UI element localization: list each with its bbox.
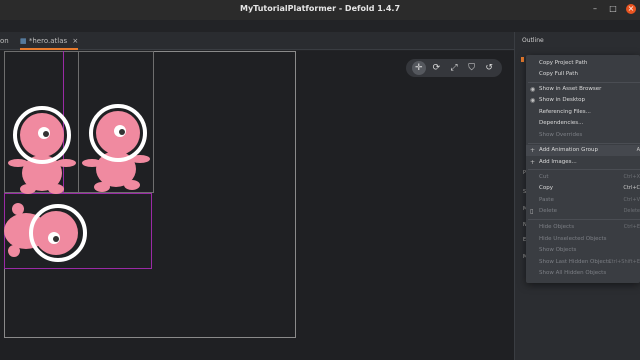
outline-selected-marker	[521, 57, 524, 62]
menu-item-cut[interactable]: Cut Ctrl+X	[526, 172, 640, 183]
rotate-tool-icon[interactable]: ⟳	[429, 61, 443, 75]
menu-item-show-last-hidden-objects[interactable]: Show Last Hidden Objects Ctrl+Shift+E	[526, 257, 640, 268]
menu-shortcut: Ctrl+V	[623, 197, 640, 203]
menu-shortcut: Delete	[623, 208, 640, 214]
menu-item-copy-project-path[interactable]: Copy Project Path	[526, 58, 640, 69]
menu-item-show-overrides[interactable]: Show Overrides	[526, 130, 640, 141]
menu-item-show-in-asset-browser[interactable]: ◉ Show in Asset Browser	[526, 84, 640, 95]
visibility-filter-icon[interactable]: ⛉	[465, 61, 479, 75]
menu-separator	[528, 219, 640, 220]
hero-sprite[interactable]	[4, 201, 94, 265]
menu-separator	[528, 143, 640, 144]
window-controls: – □ ×	[590, 4, 636, 14]
scale-tool-icon[interactable]: ⤢	[447, 61, 461, 75]
menu-item-label: Delete	[539, 208, 558, 214]
scene-toolbar: ✛ ⟳ ⤢ ⛉ ↺	[406, 59, 502, 77]
menu-item-label: Show All Hidden Objects	[539, 270, 607, 276]
menu-item-label: Show in Asset Browser	[539, 86, 602, 92]
menu-shortcut: A	[636, 147, 640, 153]
menu-item-label: Copy Full Path	[539, 71, 578, 77]
menu-item-label: Hide Objects	[539, 224, 575, 230]
menu-item-label: Show Last Hidden Objects	[539, 259, 611, 265]
plus-icon: +	[530, 147, 536, 154]
menu-item-label: Copy Project Path	[539, 60, 588, 66]
menu-shortcut: Ctrl+X	[623, 174, 640, 180]
maximize-button[interactable]: □	[608, 4, 618, 14]
menu-item-paste[interactable]: Paste Ctrl+V	[526, 195, 640, 206]
menu-item-label: Show in Desktop	[539, 97, 586, 103]
hero-sprite[interactable]	[8, 105, 76, 195]
tab-previous[interactable]: on	[0, 37, 9, 45]
asset-browser-icon: ◉	[530, 86, 536, 93]
tab-close-icon[interactable]: ×	[72, 37, 78, 45]
menu-item-label: Referencing Files...	[539, 109, 591, 115]
editor-tab-bar: on ▦ *hero.atlas ×	[0, 32, 514, 50]
menu-item-label: Show Overrides	[539, 132, 583, 138]
plus-icon: +	[530, 159, 536, 166]
menu-item-label: Dependencies...	[539, 120, 584, 126]
menu-item-show-in-desktop[interactable]: ◉ Show in Desktop	[526, 95, 640, 106]
menu-shortcut: Ctrl+Shift+E	[608, 259, 640, 265]
menu-item-hide-unselected-objects[interactable]: Hide Unselected Objects	[526, 234, 640, 245]
title-bar: MyTutorialPlatformer - Defold 1.4.7 – □ …	[0, 0, 640, 20]
tab-label: on	[0, 37, 9, 45]
hero-sprite[interactable]	[82, 103, 152, 193]
menu-separator	[528, 169, 640, 170]
reset-camera-icon[interactable]: ↺	[482, 61, 496, 75]
menu-shortcut: Ctrl+E	[623, 224, 640, 230]
context-menu: Copy Project Path Copy Full Path ◉ Show i…	[526, 55, 640, 283]
close-window-button[interactable]: ×	[626, 4, 636, 14]
menu-item-label: Show Objects	[539, 247, 577, 253]
tab-label: *hero.atlas	[28, 37, 68, 45]
move-tool-icon[interactable]: ✛	[411, 61, 426, 75]
menu-item-add-images[interactable]: + Add Images...	[526, 157, 640, 168]
minimize-button[interactable]: –	[590, 4, 600, 14]
desktop-icon: ◉	[530, 97, 536, 104]
menu-item-dependencies[interactable]: Dependencies...	[526, 118, 640, 129]
menu-item-show-all-hidden-objects[interactable]: Show All Hidden Objects	[526, 268, 640, 279]
scene-editor[interactable]: ✛ ⟳ ⤢ ⛉ ↺	[0, 51, 514, 360]
menu-item-label: Paste	[539, 197, 554, 203]
menu-item-label: Add Images...	[539, 159, 577, 165]
atlas-file-icon: ▦	[20, 37, 27, 45]
menu-item-label: Copy	[539, 185, 553, 191]
menu-item-label: Hide Unselected Objects	[539, 236, 607, 242]
outline-title: Outline	[522, 37, 544, 44]
menu-item-referencing-files[interactable]: Referencing Files...	[526, 107, 640, 118]
menu-item-add-animation-group[interactable]: + Add Animation Group A	[526, 145, 640, 156]
menu-item-label: Add Animation Group	[539, 147, 598, 153]
menu-item-copy-full-path[interactable]: Copy Full Path	[526, 69, 640, 80]
menu-shortcut: Ctrl+C	[623, 185, 640, 191]
menu-item-label: Cut	[539, 174, 549, 180]
window-title: MyTutorialPlatformer - Defold 1.4.7	[239, 4, 401, 13]
trash-icon: ▯	[530, 208, 534, 215]
tab-hero-atlas[interactable]: ▦ *hero.atlas ×	[20, 37, 79, 50]
menu-item-show-objects[interactable]: Show Objects	[526, 245, 640, 256]
menu-item-delete[interactable]: ▯ Delete Delete	[526, 206, 640, 217]
menu-item-copy[interactable]: Copy Ctrl+C	[526, 183, 640, 194]
menu-separator	[528, 82, 640, 83]
menu-item-hide-objects[interactable]: Hide Objects Ctrl+E	[526, 222, 640, 233]
